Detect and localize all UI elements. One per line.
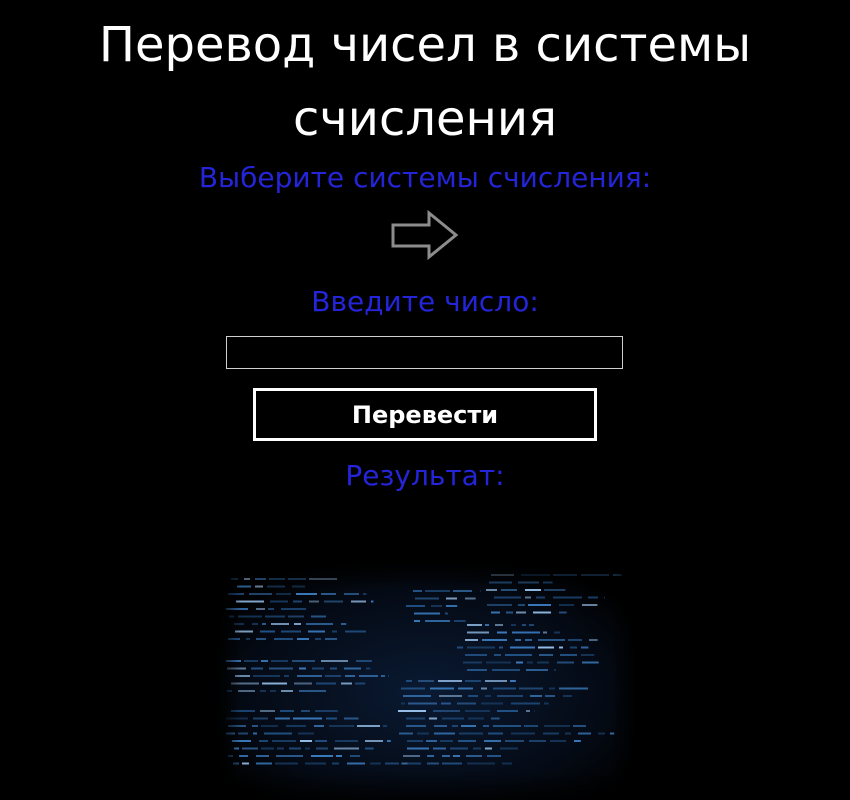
number-input[interactable] [226,336,623,369]
code-background-image [216,560,636,800]
convert-button[interactable]: Перевести [253,388,597,441]
result-label: Результат: [345,459,505,492]
page: Перевод чисел в системы счисления Выбери… [0,0,850,800]
arrow-right-icon[interactable] [388,209,462,266]
choose-systems-label: Выберите системы счисления: [198,161,652,194]
page-title: Перевод чисел в системы счисления [98,17,752,147]
enter-number-label: Введите число: [311,285,539,318]
